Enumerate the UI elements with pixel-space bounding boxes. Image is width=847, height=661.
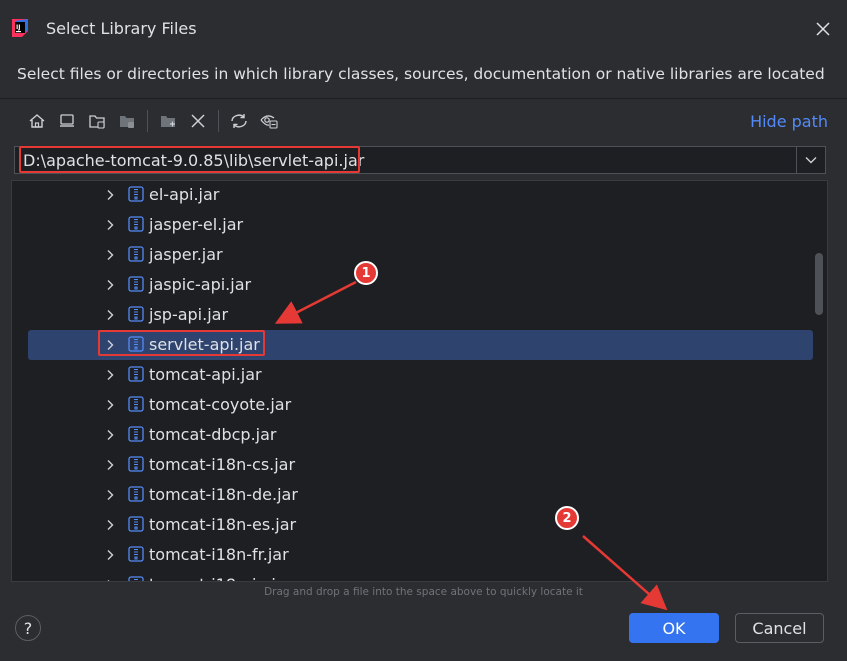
- tree-row[interactable]: tomcat-i18n-cs.jar: [28, 450, 813, 480]
- tree-row-label: jasper.jar: [149, 245, 223, 264]
- tree-row-label: el-api.jar: [149, 185, 220, 204]
- chevron-right-icon[interactable]: [104, 579, 116, 582]
- title-bar: IJ Select Library Files: [0, 0, 847, 56]
- tree-row-label: servlet-api.jar: [149, 335, 260, 354]
- close-icon[interactable]: [812, 18, 834, 40]
- help-button[interactable]: ?: [15, 615, 41, 641]
- toolbar-separator: [218, 110, 219, 132]
- new-folder-icon: [89, 115, 105, 129]
- tree-row-label: tomcat-i18n-fr.jar: [149, 545, 289, 564]
- jar-file-icon: [128, 246, 144, 262]
- jar-file-icon: [128, 366, 144, 382]
- hide-path-link[interactable]: Hide path: [750, 112, 828, 131]
- tree-row-label: tomcat-i18n-es.jar: [149, 515, 297, 534]
- toolbar-separator: [147, 110, 148, 132]
- tree-row[interactable]: tomcat-i18n-fr.jar: [28, 540, 813, 570]
- jar-file-icon: [128, 576, 144, 581]
- svg-text:IJ: IJ: [16, 24, 20, 31]
- chevron-right-icon[interactable]: [104, 279, 116, 291]
- home-icon: [29, 114, 45, 128]
- file-chooser-toolbar: [22, 106, 284, 136]
- tree-row-label: tomcat-i18n-cs.jar: [149, 455, 296, 474]
- step-badge-2: 2: [555, 506, 579, 530]
- jar-file-icon: [128, 546, 144, 562]
- project-folder-icon: [120, 116, 134, 128]
- tree-row[interactable]: tomcat-api.jar: [28, 360, 813, 390]
- chevron-right-icon[interactable]: [104, 369, 116, 381]
- jar-file-icon: [128, 186, 144, 202]
- tree-row-label: tomcat-coyote.jar: [149, 395, 292, 414]
- tree-row[interactable]: tomcat-i18n-de.jar: [28, 480, 813, 510]
- jar-file-icon: [128, 486, 144, 502]
- delete-icon: [191, 114, 205, 128]
- project-folder-button[interactable]: [112, 106, 142, 136]
- refresh-button[interactable]: [224, 106, 254, 136]
- chevron-right-icon[interactable]: [104, 249, 116, 261]
- path-input[interactable]: D:\apache-tomcat-9.0.85\lib\servlet-api.…: [14, 146, 796, 174]
- step-badge-1: 1: [354, 261, 378, 285]
- divider: [0, 98, 847, 99]
- tree-row[interactable]: tomcat-i18n-ja.jar: [28, 570, 813, 582]
- chevron-right-icon[interactable]: [104, 189, 116, 201]
- tree-row[interactable]: el-api.jar: [28, 181, 813, 210]
- tree-row-label: tomcat-api.jar: [149, 365, 262, 384]
- path-history-dropdown[interactable]: [796, 146, 826, 174]
- chevron-right-icon[interactable]: [104, 459, 116, 471]
- tree-row[interactable]: tomcat-dbcp.jar: [28, 420, 813, 450]
- intellij-logo-icon: IJ: [12, 19, 28, 37]
- refresh-icon: [231, 114, 247, 128]
- home-button[interactable]: [22, 106, 52, 136]
- chevron-down-icon: [805, 157, 817, 164]
- chevron-right-icon[interactable]: [104, 219, 116, 231]
- jar-file-icon: [128, 216, 144, 232]
- chevron-right-icon[interactable]: [104, 339, 116, 351]
- tree-row[interactable]: jaspic-api.jar: [28, 270, 813, 300]
- tree-row-label: jaspic-api.jar: [149, 275, 252, 294]
- show-hidden-button[interactable]: [254, 106, 284, 136]
- tree-row[interactable]: jsp-api.jar: [28, 300, 813, 330]
- show-hidden-icon: [260, 115, 278, 129]
- tree-row-label: tomcat-dbcp.jar: [149, 425, 277, 444]
- jar-file-icon: [128, 336, 144, 352]
- jar-file-icon: [128, 456, 144, 472]
- desktop-icon: [60, 114, 74, 127]
- tree-row-label: tomcat-i18n-ja.jar: [149, 575, 292, 581]
- chevron-right-icon[interactable]: [104, 399, 116, 411]
- dialog-title: Select Library Files: [46, 19, 197, 38]
- move-folder-button[interactable]: [153, 106, 183, 136]
- tree-row[interactable]: tomcat-i18n-es.jar: [28, 510, 813, 540]
- cancel-button[interactable]: Cancel: [735, 613, 824, 643]
- tree-row[interactable]: jasper-el.jar: [28, 210, 813, 240]
- tree-row[interactable]: jasper.jar: [28, 240, 813, 270]
- drag-drop-hint: Drag and drop a file into the space abov…: [264, 586, 583, 598]
- file-tree[interactable]: el-api.jar jasper-el.jar jasper.jar jaspic-…: [11, 180, 828, 582]
- move-folder-icon: [161, 116, 175, 127]
- tree-row-label: jasper-el.jar: [149, 215, 244, 234]
- tree-row-label: tomcat-i18n-de.jar: [149, 485, 298, 504]
- chevron-right-icon[interactable]: [104, 549, 116, 561]
- jar-file-icon: [128, 276, 144, 292]
- jar-file-icon: [128, 396, 144, 412]
- ok-button[interactable]: OK: [629, 613, 719, 643]
- tree-row-label: jsp-api.jar: [149, 305, 229, 324]
- new-folder-button[interactable]: [82, 106, 112, 136]
- tree-row[interactable]: servlet-api.jar: [28, 330, 813, 360]
- jar-file-icon: [128, 306, 144, 322]
- path-input-value[interactable]: D:\apache-tomcat-9.0.85\lib\servlet-api.…: [23, 151, 364, 170]
- jar-file-icon: [128, 426, 144, 442]
- tree-row[interactable]: tomcat-coyote.jar: [28, 390, 813, 420]
- chevron-right-icon[interactable]: [104, 309, 116, 321]
- desktop-button[interactable]: [52, 106, 82, 136]
- chevron-right-icon[interactable]: [104, 489, 116, 501]
- dialog-description: Select files or directories in which lib…: [17, 65, 825, 83]
- chevron-right-icon[interactable]: [104, 429, 116, 441]
- delete-button[interactable]: [183, 106, 213, 136]
- tree-scrollbar[interactable]: [815, 253, 823, 315]
- jar-file-icon: [128, 516, 144, 532]
- chevron-right-icon[interactable]: [104, 519, 116, 531]
